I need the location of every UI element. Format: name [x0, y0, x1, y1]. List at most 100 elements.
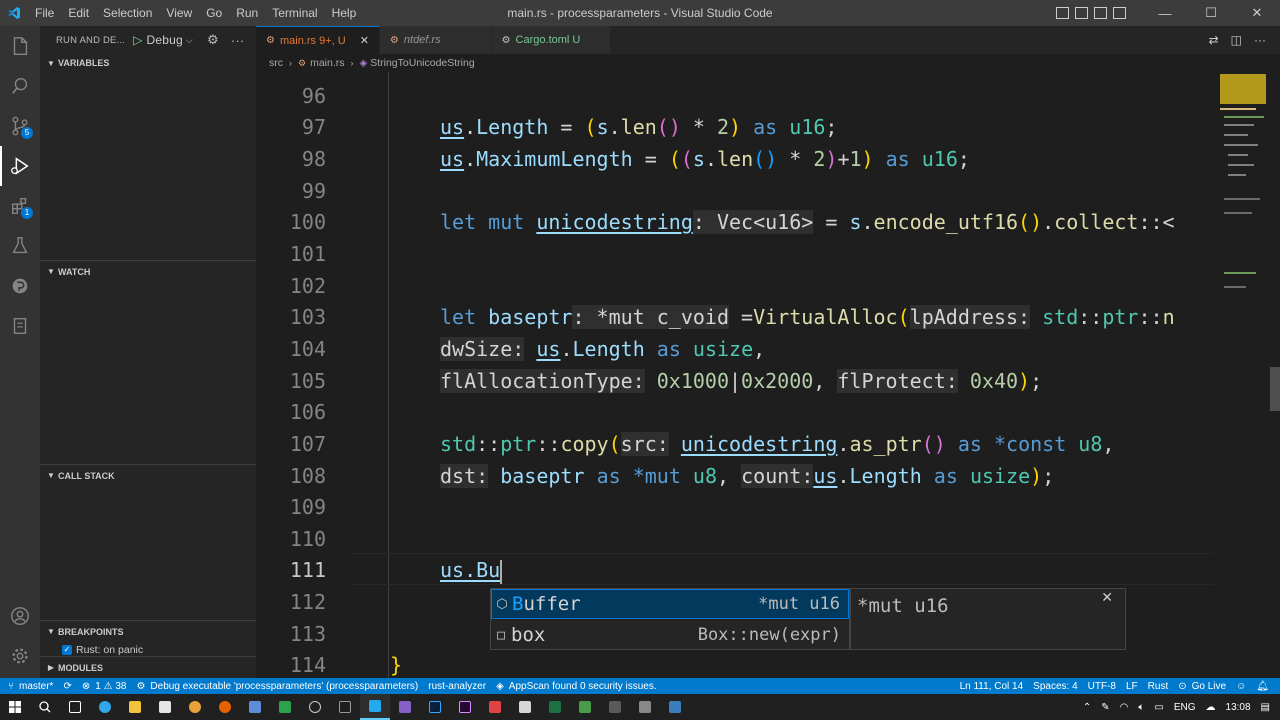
- firefox-icon[interactable]: [210, 694, 240, 720]
- compare-changes-icon[interactable]: ⇄: [1209, 33, 1219, 47]
- debug-session[interactable]: Debug executable 'processparameters' (pr…: [145, 681, 423, 692]
- premiere-icon[interactable]: [450, 694, 480, 720]
- more-actions-icon[interactable]: ···: [1254, 33, 1266, 47]
- chrome-icon[interactable]: [180, 694, 210, 720]
- photoshop-icon[interactable]: [420, 694, 450, 720]
- toggle-primary-sidebar-icon[interactable]: [1056, 7, 1069, 19]
- search-icon[interactable]: [0, 66, 40, 106]
- close-icon[interactable]: ✕: [1101, 589, 1113, 606]
- manage-gear-icon[interactable]: [0, 636, 40, 676]
- vscode-taskbar-icon[interactable]: [360, 694, 390, 720]
- cloud-icon[interactable]: ☁: [1206, 702, 1216, 713]
- tab-cargo-toml[interactable]: ⚙ Cargo.toml U: [491, 26, 612, 54]
- menu-help[interactable]: Help: [325, 0, 364, 26]
- app-icon[interactable]: [660, 694, 690, 720]
- visual-studio-icon[interactable]: [390, 694, 420, 720]
- chevron-up-icon[interactable]: ⌃: [1083, 702, 1091, 713]
- app-icon[interactable]: [300, 694, 330, 720]
- clock[interactable]: 13:08: [1226, 702, 1251, 713]
- modules-section[interactable]: ▶ MODULES: [40, 656, 256, 678]
- call-stack-section[interactable]: ▼ CALL STACK: [40, 464, 256, 486]
- run-debug-icon[interactable]: [0, 146, 40, 186]
- language-indicator[interactable]: ENG: [1174, 702, 1196, 713]
- feedback-icon[interactable]: ☺: [1231, 681, 1251, 692]
- app-icon[interactable]: [510, 694, 540, 720]
- app-icon[interactable]: [630, 694, 660, 720]
- pen-icon[interactable]: ✎: [1101, 702, 1109, 713]
- breadcrumb-symbol[interactable]: StringToUnicodeString: [370, 57, 474, 69]
- toggle-panel-icon[interactable]: [1075, 7, 1088, 19]
- app-icon[interactable]: [600, 694, 630, 720]
- notebook-icon[interactable]: [0, 306, 40, 346]
- menu-go[interactable]: Go: [199, 0, 229, 26]
- terminal-icon[interactable]: [330, 694, 360, 720]
- maximize-button[interactable]: ☐: [1188, 0, 1234, 26]
- encoding[interactable]: UTF-8: [1083, 681, 1121, 692]
- testing-icon[interactable]: [0, 226, 40, 266]
- suggestion-box[interactable]: □ box Box::new(expr): [491, 620, 849, 650]
- app-icon[interactable]: [570, 694, 600, 720]
- network-icon[interactable]: ◠: [1120, 702, 1129, 713]
- menu-view[interactable]: View: [159, 0, 199, 26]
- volume-icon[interactable]: 🔈︎: [1138, 702, 1144, 713]
- menu-terminal[interactable]: Terminal: [265, 0, 324, 26]
- breadcrumb-file[interactable]: main.rs: [310, 57, 344, 69]
- extensions-icon[interactable]: 1: [0, 186, 40, 226]
- edge-browser-icon[interactable]: [90, 694, 120, 720]
- git-branch[interactable]: master*: [19, 681, 58, 692]
- indentation[interactable]: Spaces: 4: [1028, 681, 1082, 692]
- search-icon[interactable]: [30, 694, 60, 720]
- account-icon[interactable]: [0, 596, 40, 636]
- watch-section[interactable]: ▼ WATCH: [40, 260, 256, 282]
- variables-section[interactable]: ▼ VARIABLES: [40, 52, 256, 74]
- minimap[interactable]: [1214, 72, 1270, 678]
- task-view-icon[interactable]: [60, 694, 90, 720]
- more-actions-icon[interactable]: ···: [231, 33, 245, 48]
- chevron-down-icon[interactable]: ⌵: [186, 35, 193, 46]
- tab-main-rs[interactable]: ⚙ main.rs 9+, U ✕: [256, 26, 380, 54]
- suggestion-buffer[interactable]: ⬡ Buffer *mut u16: [491, 589, 849, 619]
- breadcrumb-src[interactable]: src: [269, 57, 283, 69]
- sidebar-title: RUN AND DE...: [56, 34, 126, 46]
- notifications-bell-icon[interactable]: 🔔︎: [1251, 681, 1274, 692]
- breakpoints-section[interactable]: ▼ BREAKPOINTS: [40, 620, 256, 642]
- sync-icon[interactable]: ⟳: [58, 681, 76, 692]
- explorer-icon[interactable]: [0, 26, 40, 66]
- start-debugging-icon[interactable]: ▷: [133, 33, 142, 47]
- app-icon[interactable]: [240, 694, 270, 720]
- toggle-secondary-sidebar-icon[interactable]: [1094, 7, 1107, 19]
- menu-run[interactable]: Run: [229, 0, 265, 26]
- tab-ntdef-rs[interactable]: ⚙ ntdef.rs: [379, 26, 492, 54]
- windows-start-icon[interactable]: [0, 694, 30, 720]
- mail-icon[interactable]: [150, 694, 180, 720]
- file-explorer-icon[interactable]: [120, 694, 150, 720]
- battery-icon[interactable]: ▭: [1154, 702, 1163, 713]
- language-mode[interactable]: Rust: [1143, 681, 1174, 692]
- tab-label: Cargo.toml: [515, 34, 570, 46]
- branch-icon[interactable]: ⑂: [0, 681, 19, 692]
- source-control-icon[interactable]: 5: [0, 106, 40, 146]
- remote-explorer-icon[interactable]: [0, 266, 40, 306]
- menu-edit[interactable]: Edit: [61, 0, 96, 26]
- app-icon[interactable]: [270, 694, 300, 720]
- end-of-line[interactable]: LF: [1121, 681, 1143, 692]
- notification-center-icon[interactable]: ▤: [1261, 702, 1270, 713]
- vertical-scrollbar[interactable]: [1270, 367, 1280, 411]
- open-launch-json-gear-icon[interactable]: ⚙: [207, 32, 219, 48]
- problems-count[interactable]: 1 ⚠ 38: [90, 681, 131, 692]
- appscan-status[interactable]: AppScan found 0 security issues.: [504, 681, 662, 692]
- close-icon[interactable]: ✕: [360, 34, 369, 47]
- excel-icon[interactable]: [540, 694, 570, 720]
- split-editor-icon[interactable]: ◫: [1231, 33, 1242, 47]
- rust-analyzer-status[interactable]: rust-analyzer: [423, 681, 491, 692]
- minimize-button[interactable]: —: [1142, 0, 1188, 26]
- close-window-button[interactable]: ✕: [1234, 0, 1280, 26]
- app-icon[interactable]: [480, 694, 510, 720]
- cursor-position[interactable]: Ln 111, Col 14: [955, 681, 1029, 692]
- go-live-button[interactable]: Go Live: [1187, 681, 1231, 692]
- menu-selection[interactable]: Selection: [96, 0, 159, 26]
- menu-file[interactable]: File: [28, 0, 61, 26]
- checkbox-checked-icon[interactable]: ✓: [62, 645, 72, 655]
- customize-layout-icon[interactable]: [1113, 7, 1126, 19]
- debug-config-select[interactable]: Debug: [147, 33, 183, 47]
